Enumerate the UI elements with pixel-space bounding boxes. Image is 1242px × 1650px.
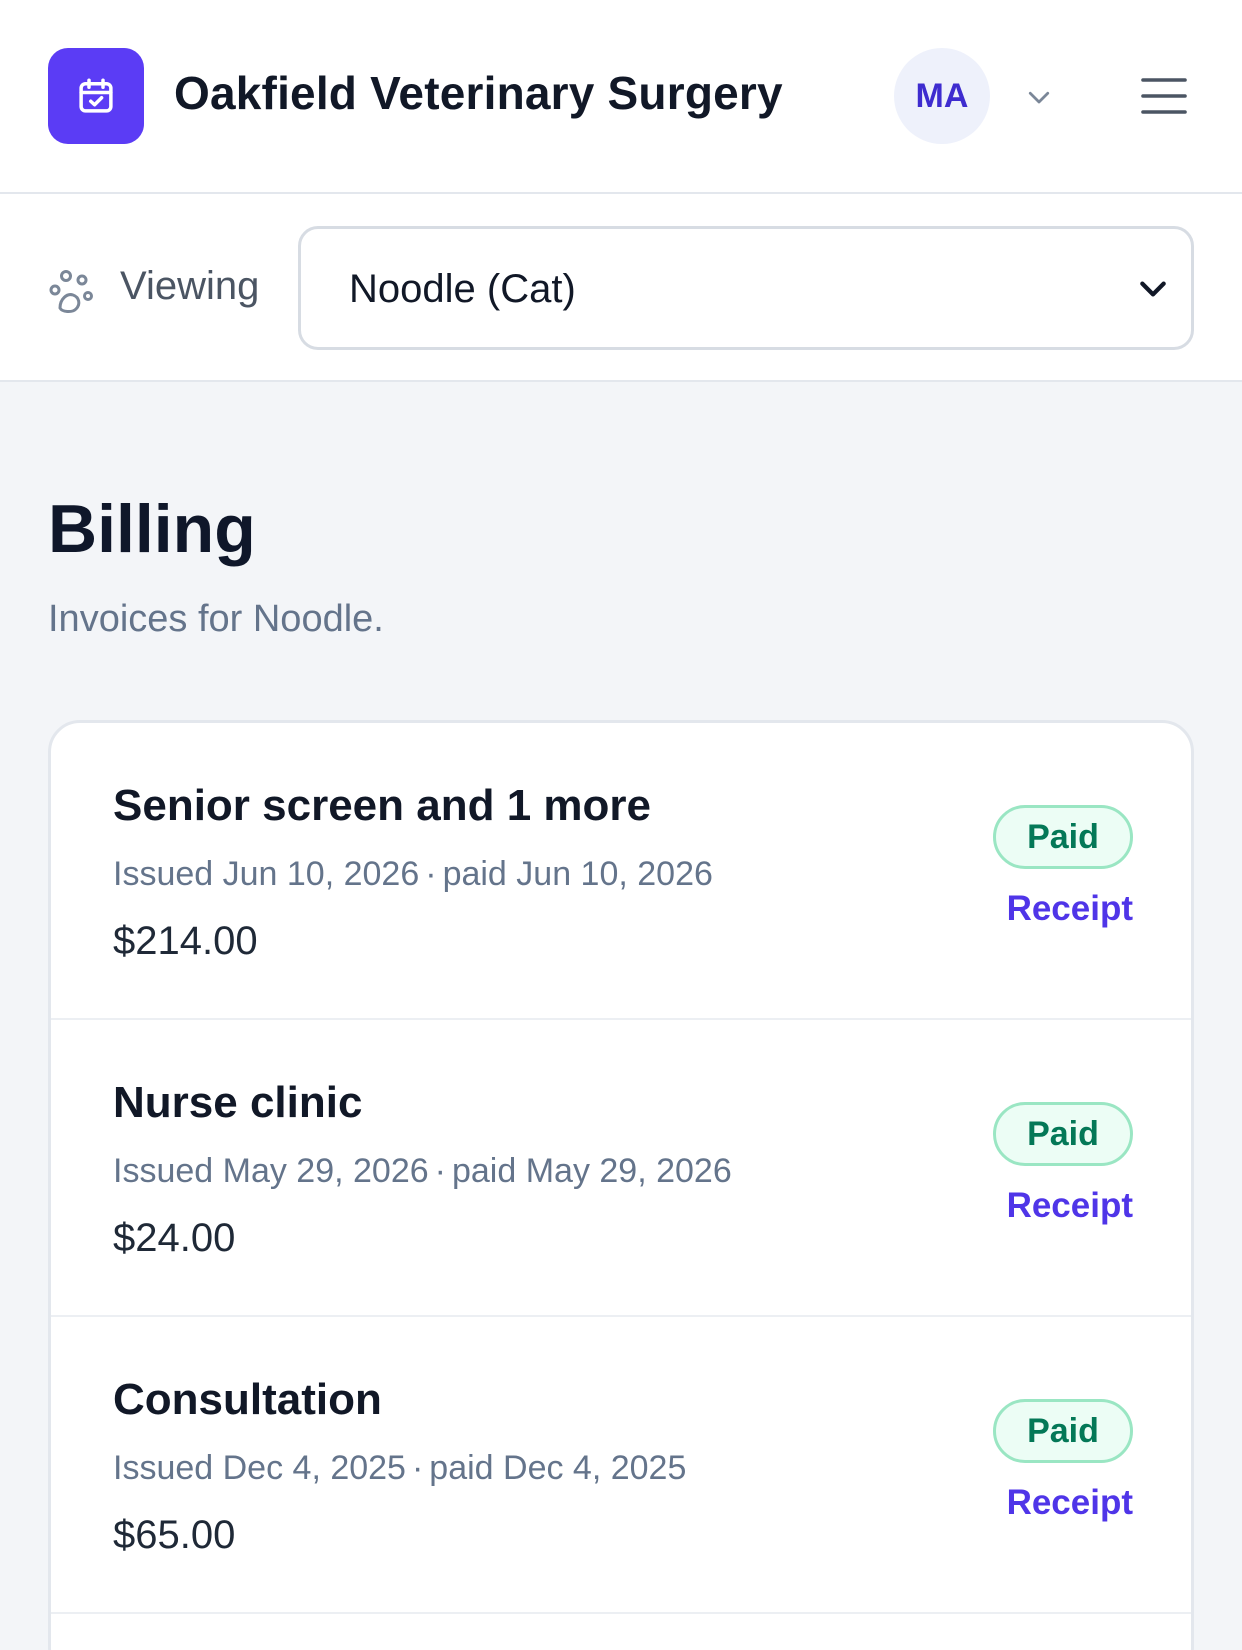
invoice-issued-date: Issued Dec 4, 2025 [113, 1449, 406, 1487]
app-title: Oakfield Veterinary Surgery [174, 67, 783, 119]
paw-icon [49, 270, 93, 313]
invoice-title: Nurse clinic [113, 1078, 363, 1127]
invoice-dates: Issued May 29, 2026 · paid May 29, 2026 [113, 1152, 732, 1190]
invoice-paid-date: paid May 29, 2026 [451, 1152, 732, 1190]
pet-select-value: Noodle (Cat) [349, 267, 576, 311]
invoice-title: Senior screen and 1 more [113, 781, 651, 830]
invoice-issued-date: Issued Jun 10, 2026 [113, 855, 420, 893]
invoice-row: Senior screen and 1 more Issued Jun 10, … [51, 723, 1191, 1020]
chevron-down-icon [1140, 281, 1166, 297]
invoice-row: Nurse clinic Issued May 29, 2026 · paid Ma… [51, 1020, 1191, 1317]
calendar-check-icon [79, 78, 113, 113]
invoice-dates: Issued Jun 10, 2026 · paid Jun 10, 2026 [113, 855, 713, 893]
top-bar: Oakfield Veterinary Surgery MA [0, 0, 1242, 194]
invoice-paid-date: paid Jun 10, 2026 [442, 855, 713, 893]
invoice-row: Consultation Issued Dec 4, 2025 · paid Dec… [51, 1317, 1191, 1614]
app-logo[interactable] [48, 48, 144, 144]
invoice-amount: $24.00 [113, 1216, 236, 1260]
invoice-list: Senior screen and 1 more Issued Jun 10, … [48, 720, 1194, 1650]
receipt-link[interactable]: Receipt [1007, 889, 1133, 929]
page-subtitle: Invoices for Noodle. [48, 598, 384, 640]
status-badge: Paid [993, 805, 1133, 869]
status-badge: Paid [993, 1399, 1133, 1463]
receipt-link[interactable]: Receipt [1007, 1186, 1133, 1226]
invoice-paid-date: paid Dec 4, 2025 [429, 1449, 687, 1487]
account-menu-chevron-icon[interactable] [1022, 80, 1056, 114]
invoice-issued-date: Issued May 29, 2026 [113, 1152, 429, 1190]
invoice-amount: $214.00 [113, 919, 258, 963]
status-badge: Paid [993, 1102, 1133, 1166]
user-avatar[interactable]: MA [894, 48, 990, 144]
invoice-title: Consultation [113, 1375, 382, 1424]
viewing-label: Viewing [120, 264, 260, 308]
pet-select-dropdown[interactable]: Noodle (Cat) [298, 226, 1194, 350]
invoice-amount: $65.00 [113, 1513, 236, 1557]
page-title: Billing [48, 491, 256, 567]
invoice-dates: Issued Dec 4, 2025 · paid Dec 4, 2025 [113, 1449, 687, 1487]
hamburger-menu-icon[interactable] [1140, 72, 1188, 120]
receipt-link[interactable]: Receipt [1007, 1483, 1133, 1523]
